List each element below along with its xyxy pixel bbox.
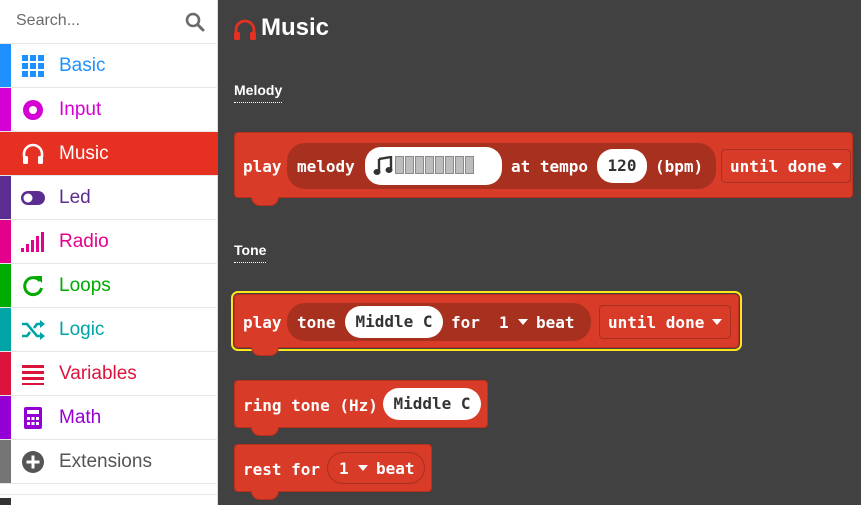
category-loops[interactable]: Loops bbox=[0, 264, 218, 308]
section-label-tone: Tone bbox=[234, 242, 267, 263]
melody-grid bbox=[395, 156, 474, 174]
block-text-for: for bbox=[451, 313, 480, 332]
category-math[interactable]: Math bbox=[0, 396, 218, 440]
block-notch bbox=[251, 491, 279, 500]
category-label: Variables bbox=[59, 363, 137, 384]
note-input[interactable]: Middle C bbox=[383, 388, 481, 420]
category-stripe bbox=[0, 264, 11, 307]
shuffle-icon bbox=[22, 320, 45, 340]
ring-tone-block[interactable]: ring tone (Hz) Middle C bbox=[234, 380, 488, 436]
beat-value: 1 bbox=[339, 459, 349, 478]
beat-value: 1 bbox=[499, 313, 509, 332]
category-label: Music bbox=[59, 143, 109, 164]
beat-unit: beat bbox=[536, 313, 575, 332]
category-label: Loops bbox=[59, 275, 111, 296]
block-notch bbox=[251, 427, 279, 436]
refresh-icon bbox=[23, 276, 43, 297]
note-input[interactable]: Middle C bbox=[345, 306, 443, 338]
category-stripe bbox=[0, 88, 11, 131]
block-text-at-tempo: at tempo bbox=[511, 157, 589, 176]
category-radio[interactable]: Radio bbox=[0, 220, 218, 264]
chevron-down-icon bbox=[518, 319, 528, 325]
category-stripe bbox=[0, 352, 11, 395]
melody-editor-field[interactable] bbox=[365, 147, 502, 185]
play-mode-dropdown[interactable]: until done bbox=[599, 305, 731, 339]
block-text-bpm: (bpm) bbox=[655, 157, 704, 176]
block-text-rest-for: rest for bbox=[243, 460, 321, 479]
beat-unit: beat bbox=[376, 459, 415, 478]
grid-icon bbox=[22, 55, 44, 77]
list-icon bbox=[22, 365, 44, 385]
category-basic[interactable]: Basic bbox=[0, 44, 218, 88]
block-text-ring-tone: ring tone (Hz) bbox=[243, 396, 378, 415]
category-partial bbox=[0, 494, 218, 505]
category-label: Radio bbox=[59, 231, 109, 252]
category-stripe bbox=[0, 44, 11, 87]
block-text-tone: tone bbox=[297, 313, 336, 332]
headphones-icon bbox=[234, 19, 256, 40]
record-icon bbox=[23, 100, 43, 120]
chevron-down-icon bbox=[358, 465, 368, 471]
category-stripe bbox=[0, 176, 11, 219]
category-label: Math bbox=[59, 407, 102, 428]
toggle-icon bbox=[21, 191, 45, 205]
category-logic[interactable]: Logic bbox=[0, 308, 218, 352]
tone-input-group: tone Middle C for 1 beat bbox=[287, 303, 591, 341]
category-stripe bbox=[0, 220, 11, 263]
beat-dropdown[interactable]: 1 beat bbox=[487, 306, 585, 338]
music-flyout: Music Melody play melody at tempo 120 (b… bbox=[218, 0, 861, 505]
category-led[interactable]: Led bbox=[0, 176, 218, 220]
search-icon[interactable] bbox=[184, 11, 206, 33]
category-label: Basic bbox=[59, 55, 106, 76]
music-note-icon bbox=[373, 156, 393, 175]
category-music[interactable]: Music bbox=[0, 132, 218, 176]
block-notch bbox=[251, 347, 279, 356]
dropdown-value: until done bbox=[730, 157, 827, 176]
block-text-play: play bbox=[243, 157, 282, 176]
category-label: Input bbox=[59, 99, 102, 120]
category-stripe bbox=[0, 308, 11, 351]
flyout-title: Music bbox=[261, 14, 330, 41]
play-tone-block[interactable]: play tone Middle C for 1 beat until done bbox=[231, 291, 742, 356]
category-label: Led bbox=[59, 187, 91, 208]
category-stripe bbox=[0, 498, 11, 505]
plus-circle-icon bbox=[22, 451, 44, 473]
block-notch bbox=[251, 197, 279, 206]
search-input[interactable]: Search... bbox=[16, 12, 80, 30]
chevron-down-icon bbox=[832, 163, 842, 169]
calculator-icon bbox=[24, 407, 42, 429]
dropdown-value: until done bbox=[608, 313, 705, 332]
category-label: Extensions bbox=[59, 451, 152, 472]
category-stripe bbox=[0, 440, 11, 483]
category-extensions[interactable]: Extensions bbox=[0, 440, 218, 484]
block-text-melody: melody bbox=[297, 157, 355, 176]
category-input[interactable]: Input bbox=[0, 88, 218, 132]
section-label-melody: Melody bbox=[234, 82, 283, 103]
block-text-play: play bbox=[243, 313, 282, 332]
search-box[interactable]: Search... bbox=[0, 0, 218, 44]
chevron-down-icon bbox=[712, 319, 722, 325]
rest-block[interactable]: rest for 1 beat bbox=[234, 444, 432, 500]
category-list: Basic Input Music Led Radio Loops Logic … bbox=[0, 44, 218, 484]
tempo-input[interactable]: 120 bbox=[597, 149, 647, 183]
headphones-icon bbox=[22, 143, 44, 164]
beat-dropdown[interactable]: 1 beat bbox=[327, 452, 425, 484]
signal-icon bbox=[21, 232, 44, 252]
play-melody-block[interactable]: play melody at tempo 120 (bpm) until don… bbox=[234, 132, 853, 206]
toolbox-sidebar: Search... Basic Input Music Led Radio Lo… bbox=[0, 0, 218, 505]
play-mode-dropdown[interactable]: until done bbox=[721, 149, 851, 183]
melody-input-group: melody at tempo 120 (bpm) bbox=[287, 143, 716, 189]
category-label: Logic bbox=[59, 319, 105, 340]
category-variables[interactable]: Variables bbox=[0, 352, 218, 396]
category-stripe bbox=[0, 396, 11, 439]
